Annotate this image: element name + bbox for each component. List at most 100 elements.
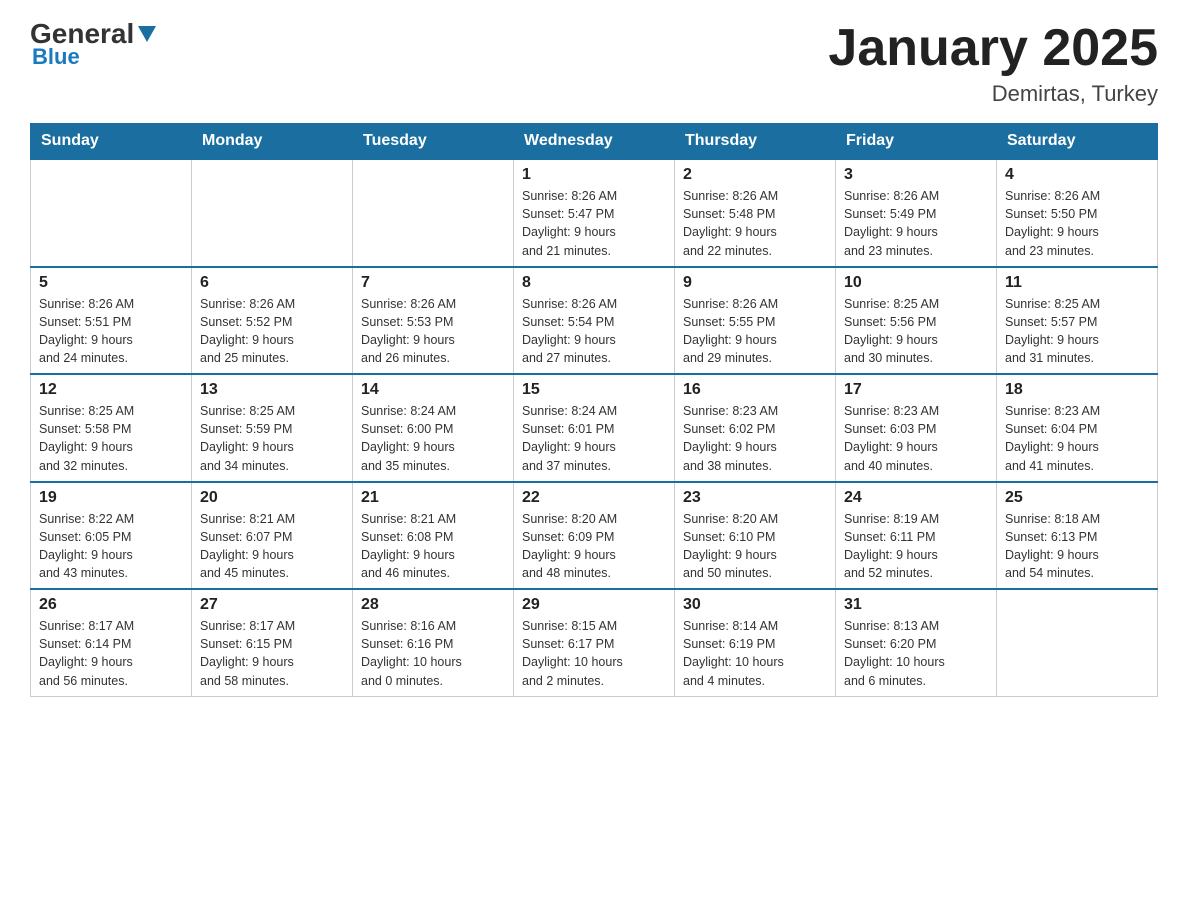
table-row xyxy=(31,159,192,267)
table-row: 15Sunrise: 8:24 AM Sunset: 6:01 PM Dayli… xyxy=(514,374,675,482)
day-info: Sunrise: 8:25 AM Sunset: 5:59 PM Dayligh… xyxy=(200,402,344,475)
calendar-table: Sunday Monday Tuesday Wednesday Thursday… xyxy=(30,123,1158,697)
table-row: 24 Sunrise: 8:19 AM Sunset: 6:11 PM Dayli… xyxy=(836,482,997,590)
calendar-week-row: 26 Sunrise: 8:17 AM Sunset: 6:14 PM Dayli… xyxy=(31,589,1158,696)
day-number: 16 xyxy=(683,381,827,399)
table-row: 1 Sunrise: 8:26 AM Sunset: 5:47 PM Daylig… xyxy=(514,159,675,267)
table-row: 8 Sunrise: 8:26 AM Sunset: 5:54 PM Daylig… xyxy=(514,267,675,375)
title-block: January 2025 Demirtas, Turkey xyxy=(828,20,1158,107)
table-row xyxy=(997,589,1158,696)
table-row: 5Sunrise: 8:26 AM Sunset: 5:51 PM Daylig… xyxy=(31,267,192,375)
day-number: 18 xyxy=(1005,381,1149,399)
table-row: 23 Sunrise: 8:20 AM Sunset: 6:10 PM Dayli… xyxy=(675,482,836,590)
col-monday: Monday xyxy=(192,124,353,160)
table-row: 19Sunrise: 8:22 AM Sunset: 6:05 PM Dayli… xyxy=(31,482,192,590)
table-row: 11 Sunrise: 8:25 AM Sunset: 5:57 PM Dayli… xyxy=(997,267,1158,375)
table-row: 4Sunrise: 8:26 AM Sunset: 5:50 PM Daylig… xyxy=(997,159,1158,267)
day-info: Sunrise: 8:26 AM Sunset: 5:48 PM Dayligh… xyxy=(683,187,827,260)
day-info: Sunrise: 8:25 AM Sunset: 5:58 PM Dayligh… xyxy=(39,402,183,475)
day-info: Sunrise: 8:17 AM Sunset: 6:15 PM Dayligh… xyxy=(200,617,344,690)
day-info: Sunrise: 8:25 AM Sunset: 5:57 PM Dayligh… xyxy=(1005,295,1149,368)
day-number: 14 xyxy=(361,381,505,399)
day-info: Sunrise: 8:21 AM Sunset: 6:08 PM Dayligh… xyxy=(361,510,505,583)
table-row: 28Sunrise: 8:16 AM Sunset: 6:16 PM Dayli… xyxy=(353,589,514,696)
day-info: Sunrise: 8:26 AM Sunset: 5:50 PM Dayligh… xyxy=(1005,187,1149,260)
table-row: 9Sunrise: 8:26 AM Sunset: 5:55 PM Daylig… xyxy=(675,267,836,375)
day-info: Sunrise: 8:21 AM Sunset: 6:07 PM Dayligh… xyxy=(200,510,344,583)
table-row: 14 Sunrise: 8:24 AM Sunset: 6:00 PM Dayli… xyxy=(353,374,514,482)
col-sunday: Sunday xyxy=(31,124,192,160)
day-info: Sunrise: 8:26 AM Sunset: 5:49 PM Dayligh… xyxy=(844,187,988,260)
calendar-week-row: 12 Sunrise: 8:25 AM Sunset: 5:58 PM Dayli… xyxy=(31,374,1158,482)
table-row: 3 Sunrise: 8:26 AM Sunset: 5:49 PM Daylig… xyxy=(836,159,997,267)
day-info: Sunrise: 8:24 AM Sunset: 6:00 PM Dayligh… xyxy=(361,402,505,475)
table-row: 7 Sunrise: 8:26 AM Sunset: 5:53 PM Daylig… xyxy=(353,267,514,375)
day-number: 1 xyxy=(522,166,666,184)
day-info: Sunrise: 8:26 AM Sunset: 5:53 PM Dayligh… xyxy=(361,295,505,368)
calendar-week-row: 1 Sunrise: 8:26 AM Sunset: 5:47 PM Daylig… xyxy=(31,159,1158,267)
day-number: 29 xyxy=(522,596,666,614)
day-info: Sunrise: 8:26 AM Sunset: 5:54 PM Dayligh… xyxy=(522,295,666,368)
day-number: 25 xyxy=(1005,489,1149,507)
day-number: 24 xyxy=(844,489,988,507)
day-info: Sunrise: 8:17 AM Sunset: 6:14 PM Dayligh… xyxy=(39,617,183,690)
day-number: 22 xyxy=(522,489,666,507)
day-number: 11 xyxy=(1005,274,1149,292)
table-row: 17 Sunrise: 8:23 AM Sunset: 6:03 PM Dayli… xyxy=(836,374,997,482)
day-number: 30 xyxy=(683,596,827,614)
table-row: 27 Sunrise: 8:17 AM Sunset: 6:15 PM Dayli… xyxy=(192,589,353,696)
day-number: 5 xyxy=(39,274,183,292)
day-number: 17 xyxy=(844,381,988,399)
table-row: 16 Sunrise: 8:23 AM Sunset: 6:02 PM Dayli… xyxy=(675,374,836,482)
day-info: Sunrise: 8:26 AM Sunset: 5:47 PM Dayligh… xyxy=(522,187,666,260)
day-number: 7 xyxy=(361,274,505,292)
day-info: Sunrise: 8:23 AM Sunset: 6:03 PM Dayligh… xyxy=(844,402,988,475)
logo-triangle-icon xyxy=(136,22,158,44)
day-number: 8 xyxy=(522,274,666,292)
day-info: Sunrise: 8:20 AM Sunset: 6:10 PM Dayligh… xyxy=(683,510,827,583)
table-row: 22 Sunrise: 8:20 AM Sunset: 6:09 PM Dayli… xyxy=(514,482,675,590)
page-header: General Blue January 2025 Demirtas, Turk… xyxy=(30,20,1158,107)
month-year-title: January 2025 xyxy=(828,20,1158,77)
table-row: 20 Sunrise: 8:21 AM Sunset: 6:07 PM Dayli… xyxy=(192,482,353,590)
day-number: 9 xyxy=(683,274,827,292)
day-number: 10 xyxy=(844,274,988,292)
day-number: 27 xyxy=(200,596,344,614)
day-number: 13 xyxy=(200,381,344,399)
logo: General Blue xyxy=(30,20,158,70)
day-number: 26 xyxy=(39,596,183,614)
day-info: Sunrise: 8:14 AM Sunset: 6:19 PM Dayligh… xyxy=(683,617,827,690)
day-info: Sunrise: 8:23 AM Sunset: 6:02 PM Dayligh… xyxy=(683,402,827,475)
day-info: Sunrise: 8:13 AM Sunset: 6:20 PM Dayligh… xyxy=(844,617,988,690)
calendar-body: 1 Sunrise: 8:26 AM Sunset: 5:47 PM Daylig… xyxy=(31,159,1158,696)
table-row: 29 Sunrise: 8:15 AM Sunset: 6:17 PM Dayli… xyxy=(514,589,675,696)
col-thursday: Thursday xyxy=(675,124,836,160)
logo-blue: Blue xyxy=(30,44,80,70)
day-number: 6 xyxy=(200,274,344,292)
table-row: 6 Sunrise: 8:26 AM Sunset: 5:52 PM Daylig… xyxy=(192,267,353,375)
table-row: 31 Sunrise: 8:13 AM Sunset: 6:20 PM Dayli… xyxy=(836,589,997,696)
day-number: 2 xyxy=(683,166,827,184)
day-number: 23 xyxy=(683,489,827,507)
day-number: 31 xyxy=(844,596,988,614)
table-row: 13 Sunrise: 8:25 AM Sunset: 5:59 PM Dayli… xyxy=(192,374,353,482)
table-row: 12 Sunrise: 8:25 AM Sunset: 5:58 PM Dayli… xyxy=(31,374,192,482)
table-row: 2 Sunrise: 8:26 AM Sunset: 5:48 PM Daylig… xyxy=(675,159,836,267)
location-title: Demirtas, Turkey xyxy=(828,81,1158,107)
table-row: 30 Sunrise: 8:14 AM Sunset: 6:19 PM Dayli… xyxy=(675,589,836,696)
col-saturday: Saturday xyxy=(997,124,1158,160)
col-tuesday: Tuesday xyxy=(353,124,514,160)
day-info: Sunrise: 8:16 AM Sunset: 6:16 PM Dayligh… xyxy=(361,617,505,690)
day-number: 20 xyxy=(200,489,344,507)
day-number: 21 xyxy=(361,489,505,507)
table-row: 10Sunrise: 8:25 AM Sunset: 5:56 PM Dayli… xyxy=(836,267,997,375)
day-info: Sunrise: 8:19 AM Sunset: 6:11 PM Dayligh… xyxy=(844,510,988,583)
day-info: Sunrise: 8:22 AM Sunset: 6:05 PM Dayligh… xyxy=(39,510,183,583)
day-number: 3 xyxy=(844,166,988,184)
day-info: Sunrise: 8:26 AM Sunset: 5:52 PM Dayligh… xyxy=(200,295,344,368)
day-info: Sunrise: 8:20 AM Sunset: 6:09 PM Dayligh… xyxy=(522,510,666,583)
day-number: 12 xyxy=(39,381,183,399)
table-row xyxy=(353,159,514,267)
table-row: 21 Sunrise: 8:21 AM Sunset: 6:08 PM Dayli… xyxy=(353,482,514,590)
day-info: Sunrise: 8:15 AM Sunset: 6:17 PM Dayligh… xyxy=(522,617,666,690)
